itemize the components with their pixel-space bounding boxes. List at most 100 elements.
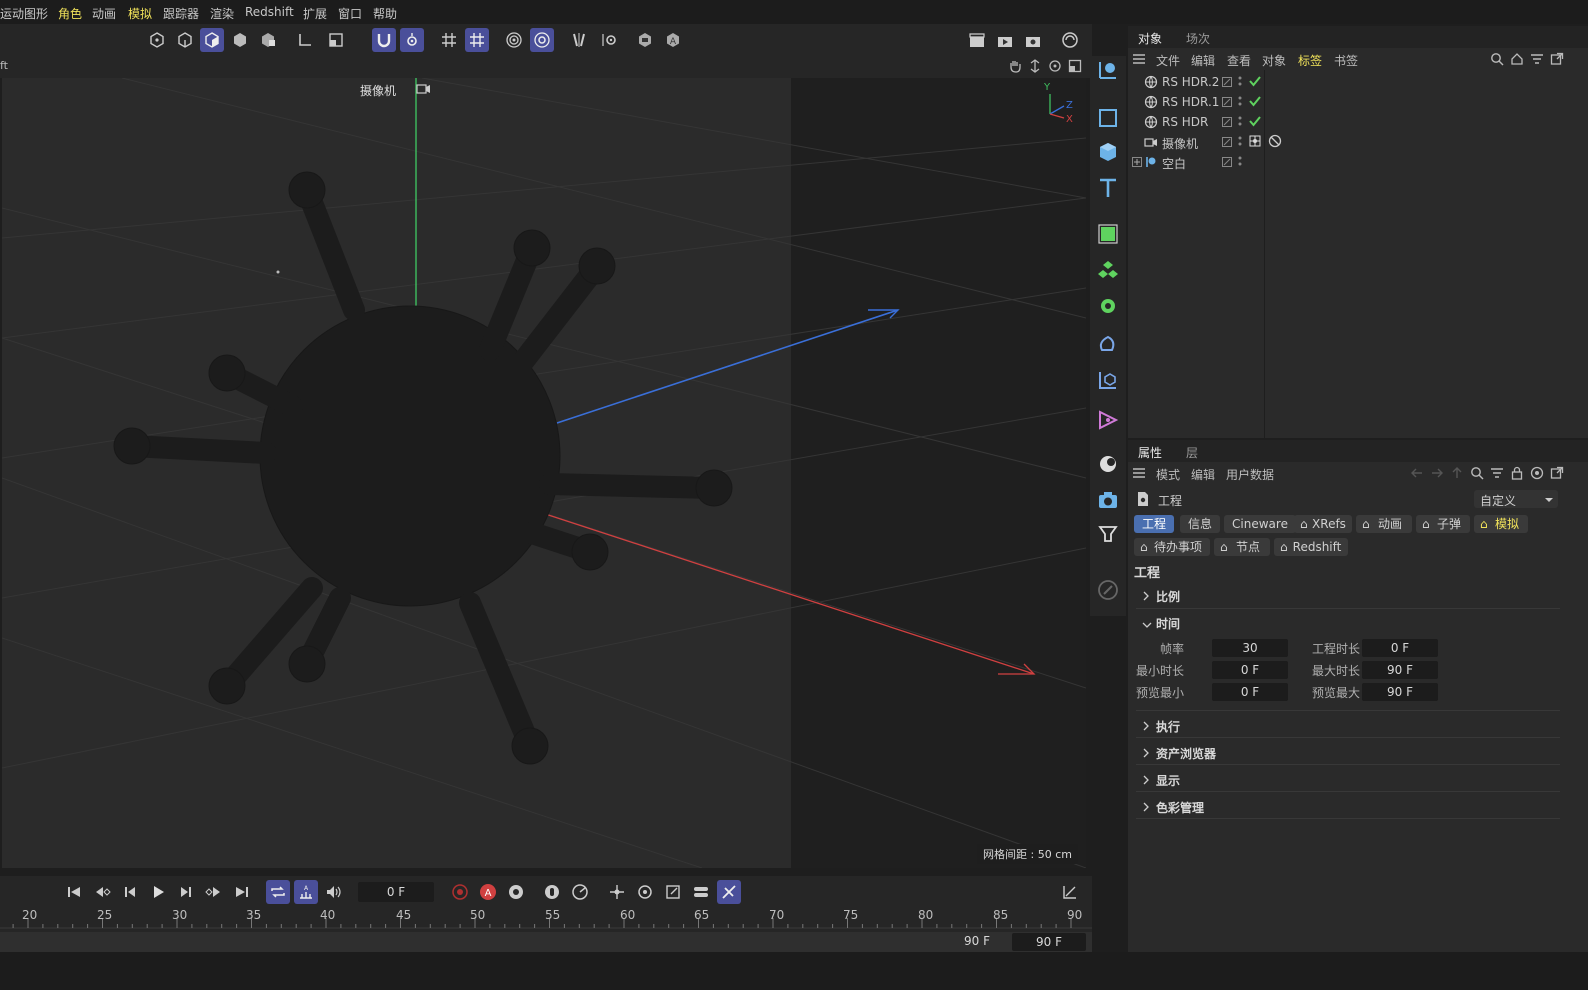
3d-viewport[interactable]: Y Z X 摄像机 网格间距 : 50 cm — [2, 78, 1086, 868]
tab-redshift[interactable]: ⌂ Redshift — [1274, 538, 1348, 556]
key-settings-icon[interactable] — [504, 880, 528, 904]
check-icon[interactable] — [1248, 94, 1262, 111]
group-display[interactable]: 显示 — [1156, 772, 1180, 789]
object-row-camera[interactable]: 摄像机 — [1128, 132, 1588, 152]
redshift-render-icon[interactable] — [1058, 28, 1082, 52]
new-window-icon[interactable] — [1550, 466, 1564, 483]
menu-tracker[interactable]: 跟踪器 — [163, 5, 199, 22]
pan-hand-icon[interactable] — [1008, 59, 1022, 76]
camera-label[interactable]: 摄像机 — [360, 82, 396, 99]
texture-mode-icon[interactable] — [256, 28, 280, 52]
soft-selection-icon[interactable] — [502, 28, 526, 52]
rotate-view-icon[interactable] — [1048, 59, 1062, 76]
environment-icon[interactable] — [1094, 450, 1122, 478]
group-time[interactable]: 时间 — [1156, 615, 1180, 632]
attr-menu-userdata[interactable]: 用户数据 — [1226, 466, 1274, 483]
camera-link-icon[interactable] — [416, 82, 432, 99]
tab-todo[interactable]: ⌂ 待办事项 — [1134, 538, 1210, 556]
render-picture-viewer-icon[interactable] — [993, 28, 1017, 52]
range-end-field[interactable]: 90 F — [1012, 933, 1086, 951]
edit-toggle-icon[interactable] — [1222, 76, 1232, 90]
field-object-icon[interactable] — [1094, 366, 1122, 394]
up-arrow-icon[interactable] — [1450, 466, 1464, 483]
cube-icon[interactable] — [1094, 138, 1122, 166]
chevron-right-icon[interactable] — [1142, 720, 1150, 734]
tab-nodes[interactable]: ⌂ 节点 — [1214, 538, 1270, 556]
go-to-end-icon[interactable] — [230, 880, 254, 904]
tab-bullet[interactable]: ⌂ 子弹 — [1416, 515, 1470, 533]
prev-key-icon[interactable] — [90, 880, 114, 904]
tab-info[interactable]: 信息 — [1180, 515, 1220, 533]
camera-icon[interactable] — [1094, 486, 1122, 514]
new-window-icon[interactable] — [1550, 52, 1564, 69]
object-name[interactable]: RS HDR.2 — [1162, 75, 1219, 89]
home-icon[interactable] — [1510, 52, 1524, 69]
scale-key-icon[interactable] — [661, 880, 685, 904]
tab-cineware[interactable]: Cineware — [1224, 515, 1296, 533]
chevron-right-icon[interactable] — [1142, 590, 1150, 604]
object-name[interactable]: 摄像机 — [1162, 135, 1198, 152]
viewport-solo-icon[interactable] — [324, 28, 348, 52]
object-name[interactable]: 空白 — [1162, 155, 1186, 172]
target-tag-icon[interactable] — [1248, 134, 1262, 151]
record-icon[interactable] — [448, 880, 472, 904]
menu-render[interactable]: 渲染 — [210, 5, 234, 22]
attr-menu-mode[interactable]: 模式 — [1156, 466, 1180, 483]
menu-extensions[interactable]: 扩展 — [303, 5, 327, 22]
tab-animation[interactable]: ⌂ 动画 — [1356, 515, 1412, 533]
chevron-down-icon[interactable] — [1142, 618, 1152, 632]
group-asset-browser[interactable]: 资产浏览器 — [1156, 745, 1216, 762]
menu-animation[interactable]: 动画 — [92, 5, 116, 22]
workplane-grid-icon[interactable] — [437, 28, 461, 52]
current-frame-field[interactable]: 0 F — [358, 882, 434, 902]
paint-tool-icon[interactable] — [1094, 576, 1122, 604]
back-arrow-icon[interactable] — [1410, 466, 1424, 483]
snap-settings-icon[interactable] — [400, 28, 424, 52]
tab-objects[interactable]: 对象 — [1138, 30, 1162, 47]
generator-icon[interactable] — [1094, 220, 1122, 248]
motion-record-icon[interactable] — [540, 880, 564, 904]
chevron-right-icon[interactable] — [1142, 801, 1150, 815]
attr-menu-edit[interactable]: 编辑 — [1191, 466, 1215, 483]
grid-snap-icon[interactable] — [465, 28, 489, 52]
preset-dropdown[interactable]: 自定义 — [1474, 490, 1558, 508]
object-row-rs-hdr-1[interactable]: RS HDR.1 — [1128, 92, 1588, 112]
chevron-right-icon[interactable] — [1142, 747, 1150, 761]
object-row-rs-hdr[interactable]: RS HDR — [1128, 112, 1588, 132]
obj-menu-object[interactable]: 对象 — [1262, 52, 1286, 69]
fps-field[interactable]: 30 — [1212, 639, 1288, 657]
check-icon[interactable] — [1248, 114, 1262, 131]
selection-tool-icon[interactable] — [1094, 56, 1122, 84]
spline-pen-icon[interactable] — [1094, 406, 1122, 434]
render-settings-icon[interactable] — [1021, 28, 1045, 52]
hamburger-menu-icon[interactable] — [1132, 53, 1146, 68]
object-name[interactable]: RS HDR — [1162, 115, 1208, 129]
expand-plus-icon[interactable] — [1132, 156, 1142, 170]
filter-icon[interactable] — [1490, 466, 1504, 483]
parameter-key-icon[interactable] — [689, 880, 713, 904]
menu-simulate[interactable]: 模拟 — [128, 5, 152, 22]
effector-icon[interactable] — [1094, 292, 1122, 320]
check-icon[interactable] — [1248, 74, 1262, 91]
move-view-icon[interactable] — [1028, 59, 1042, 76]
protection-tag-icon[interactable] — [1268, 134, 1282, 151]
tab-project[interactable]: 工程 — [1134, 515, 1174, 533]
hamburger-menu-icon[interactable] — [1132, 467, 1146, 482]
group-execute[interactable]: 执行 — [1156, 718, 1180, 735]
edit-toggle-icon[interactable] — [1222, 96, 1232, 110]
menu-character[interactable]: 角色 — [58, 5, 82, 22]
search-icon[interactable] — [1490, 52, 1504, 69]
object-row-null[interactable]: 空白 — [1128, 152, 1588, 172]
symmetry-settings-icon[interactable] — [597, 28, 621, 52]
tab-layers[interactable]: 层 — [1186, 444, 1198, 461]
edges-mode-icon[interactable] — [173, 28, 197, 52]
tab-attributes[interactable]: 属性 — [1138, 444, 1162, 461]
play-icon[interactable] — [146, 880, 170, 904]
edit-toggle-icon[interactable] — [1222, 156, 1232, 170]
motion-clip-icon[interactable] — [568, 880, 592, 904]
lock-workplane-icon[interactable] — [633, 28, 657, 52]
polygons-mode-icon[interactable] — [200, 28, 224, 52]
obj-menu-tags[interactable]: 标签 — [1298, 52, 1322, 69]
edit-toggle-icon[interactable] — [1222, 116, 1232, 130]
symmetry-icon[interactable] — [567, 28, 591, 52]
